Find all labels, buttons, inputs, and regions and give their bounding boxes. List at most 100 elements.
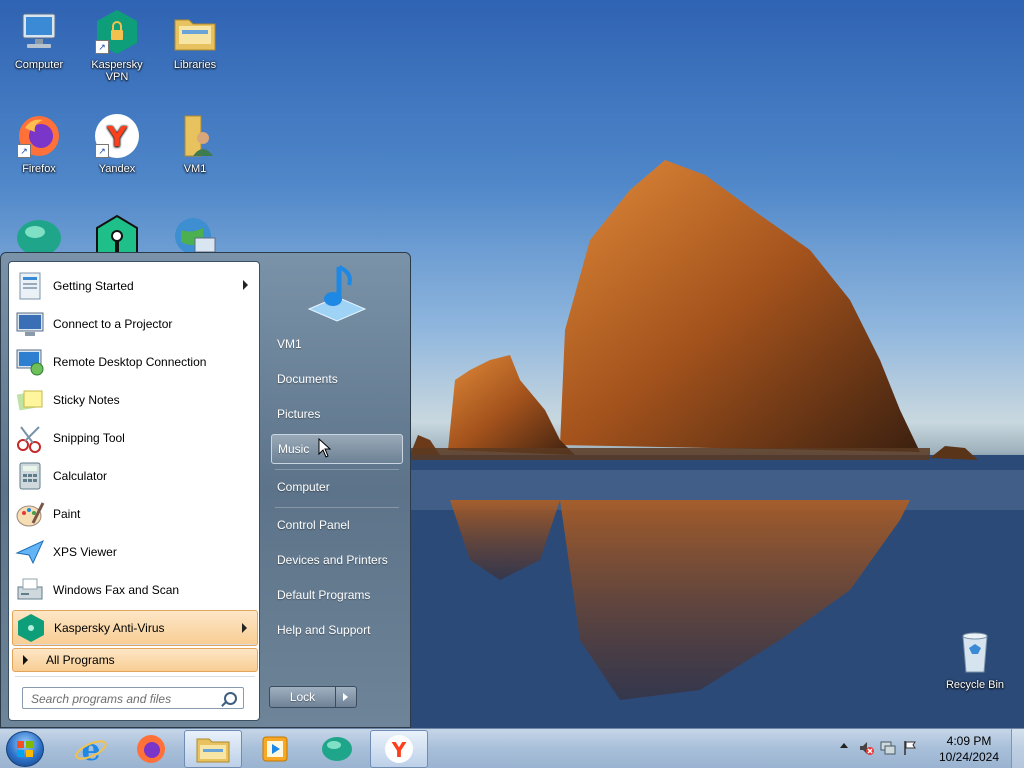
desktop-icon-label: Firefox: [22, 163, 56, 175]
shortcut-arrow-icon: ↗: [95, 40, 109, 54]
shortcut-arrow-icon: ↗: [95, 144, 109, 158]
media-player-icon: [262, 736, 288, 762]
taskbar-internet-explorer[interactable]: e: [62, 730, 120, 768]
getting-started-icon: [15, 271, 45, 301]
action-center-flag-icon[interactable]: [902, 740, 918, 756]
program-label: Connect to a Projector: [53, 317, 173, 331]
program-label: Snipping Tool: [53, 431, 125, 445]
taskbar-windows-explorer[interactable]: [184, 730, 242, 768]
desktop-icon-label: Computer: [14, 59, 64, 71]
search-box: [22, 687, 244, 709]
clock[interactable]: 4:09 PM 10/24/2024: [934, 733, 1004, 765]
program-getting-started[interactable]: Getting Started: [12, 268, 258, 304]
desktop-icon-label: Recycle Bin: [945, 679, 1005, 691]
lock-button[interactable]: Lock: [270, 687, 335, 707]
kaspersky-green-orb-icon: [322, 737, 352, 761]
calculator-icon: [15, 461, 45, 491]
shutdown-options-arrow-icon[interactable]: [335, 687, 356, 707]
network-icon[interactable]: [880, 740, 896, 756]
yandex-icon: Y ↗: [93, 112, 141, 160]
place-documents[interactable]: Documents: [271, 364, 403, 394]
recycle-bin-icon: [951, 628, 999, 676]
program-label: Remote Desktop Connection: [53, 355, 207, 369]
computer-icon: [15, 8, 63, 56]
remote-desktop-icon: [15, 347, 45, 377]
divider: [15, 644, 255, 645]
program-sticky-notes[interactable]: Sticky Notes: [12, 382, 258, 418]
shortcut-arrow-icon: ↗: [17, 144, 31, 158]
divider: [15, 676, 255, 677]
show-hidden-icons-icon[interactable]: [840, 743, 848, 748]
submenu-arrow-icon: [243, 280, 248, 290]
program-label: XPS Viewer: [53, 545, 117, 559]
place-default-programs[interactable]: Default Programs: [271, 580, 403, 610]
volume-muted-icon[interactable]: [858, 740, 874, 756]
svg-text:e: e: [81, 733, 100, 768]
program-label: Getting Started: [53, 279, 134, 293]
desktop-icon-vm1[interactable]: VM1: [157, 112, 233, 175]
program-fax-scan[interactable]: Windows Fax and Scan: [12, 572, 258, 608]
place-control-panel[interactable]: Control Panel: [271, 510, 403, 540]
desktop-icon-recycle-bin[interactable]: Recycle Bin: [937, 628, 1013, 691]
mouse-cursor-icon: [318, 438, 332, 458]
yandex-icon: Y: [385, 735, 413, 763]
start-menu-places-pane: VM1 Documents Pictures Music Computer Co…: [263, 253, 411, 727]
taskbar-kaspersky[interactable]: [308, 730, 366, 768]
place-computer[interactable]: Computer: [271, 472, 403, 502]
desktop-icon-yandex[interactable]: Y ↗ Yandex: [79, 112, 155, 175]
submenu-arrow-icon: [242, 623, 247, 633]
taskbar-firefox[interactable]: [122, 730, 180, 768]
music-note-icon: [303, 259, 371, 323]
clock-date: 10/24/2024: [938, 750, 1000, 764]
xps-viewer-icon: [15, 537, 45, 567]
place-help-support[interactable]: Help and Support: [271, 615, 403, 645]
place-user-vm1[interactable]: VM1: [271, 329, 403, 359]
desktop-icon-label: Yandex: [98, 163, 136, 175]
program-snipping-tool[interactable]: Snipping Tool: [12, 420, 258, 456]
program-label: Paint: [53, 507, 81, 521]
program-label: Sticky Notes: [53, 393, 120, 407]
windows-logo-icon: [17, 741, 33, 757]
program-label: Kaspersky Anti-Virus: [54, 621, 165, 635]
taskbar-yandex[interactable]: Y: [370, 730, 428, 768]
firefox-icon: ↗: [15, 112, 63, 160]
program-label: Windows Fax and Scan: [53, 583, 180, 597]
search-input[interactable]: [29, 689, 223, 709]
divider: [275, 469, 399, 470]
search-icon[interactable]: [224, 692, 237, 705]
desktop-icon-computer[interactable]: Computer: [1, 8, 77, 71]
firefox-icon: [137, 735, 165, 763]
fax-scan-icon: [15, 575, 45, 605]
program-xps-viewer[interactable]: XPS Viewer: [12, 534, 258, 570]
program-remote-desktop[interactable]: Remote Desktop Connection: [12, 344, 258, 380]
place-music[interactable]: Music: [271, 434, 403, 464]
show-desktop-button[interactable]: [1011, 729, 1024, 768]
program-kaspersky[interactable]: Kaspersky Anti-Virus: [12, 610, 258, 646]
program-label: Calculator: [53, 469, 108, 483]
start-button[interactable]: [6, 731, 44, 767]
all-programs-button[interactable]: All Programs: [12, 648, 258, 672]
clock-time: 4:09 PM: [946, 734, 992, 748]
program-calculator[interactable]: Calculator: [12, 458, 258, 494]
kaspersky-icon: [16, 613, 46, 643]
taskbar-media-player[interactable]: [246, 730, 304, 768]
scissors-icon: [15, 423, 45, 453]
internet-explorer-icon: e: [75, 733, 107, 768]
lock-button-group: Lock: [269, 686, 357, 708]
triangle-right-icon: [23, 655, 28, 665]
program-connect-projector[interactable]: Connect to a Projector: [12, 306, 258, 342]
desktop-icon-kaspersky-vpn[interactable]: ↗ Kaspersky VPN: [79, 8, 155, 83]
desktop-icon-firefox[interactable]: ↗ Firefox: [1, 112, 77, 175]
paint-palette-icon: [15, 499, 45, 529]
place-devices-printers[interactable]: Devices and Printers: [271, 545, 403, 575]
place-pictures[interactable]: Pictures: [271, 399, 403, 429]
desktop-icon-label: Kaspersky VPN: [91, 59, 143, 83]
projector-icon: [15, 309, 45, 339]
windows-explorer-icon: [196, 738, 230, 763]
kaspersky-vpn-icon: ↗: [93, 8, 141, 56]
desktop-icon-libraries[interactable]: Libraries: [157, 8, 233, 71]
program-paint[interactable]: Paint: [12, 496, 258, 532]
user-folder-icon: [171, 112, 219, 160]
divider: [275, 507, 399, 508]
svg-text:Y: Y: [106, 120, 128, 153]
